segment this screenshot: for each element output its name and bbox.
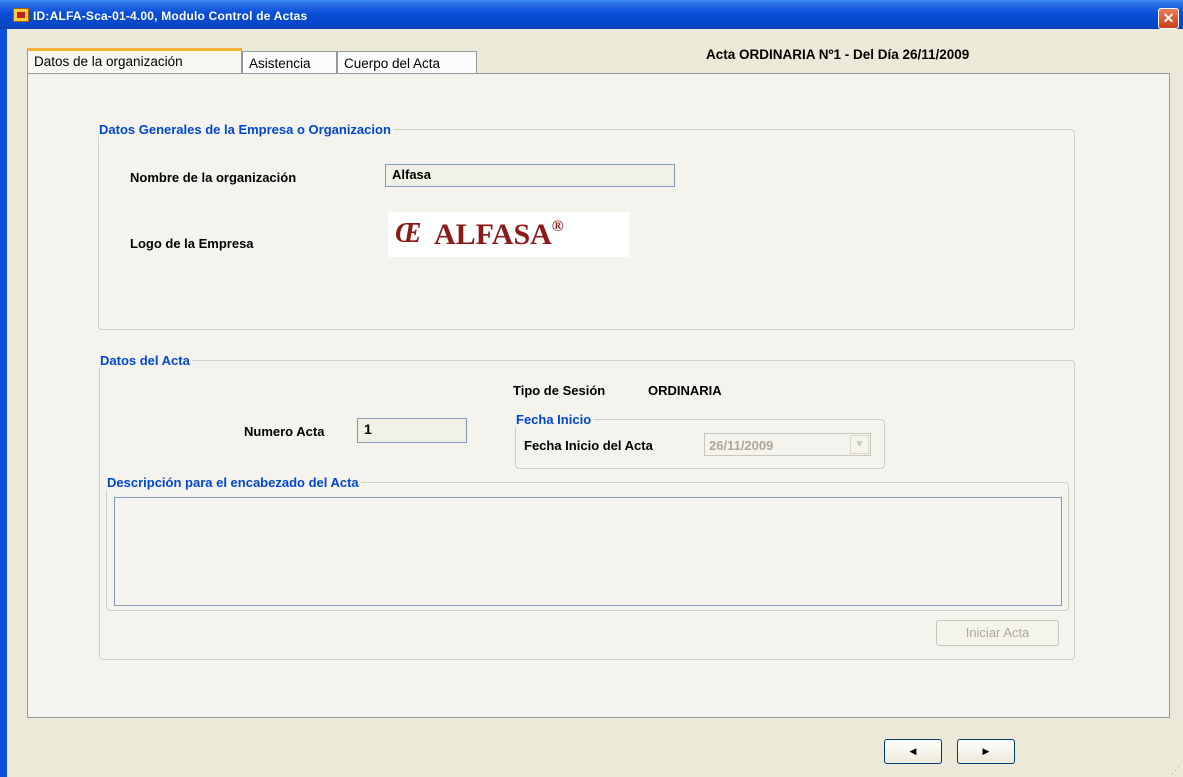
next-button[interactable]: ▶: [957, 739, 1015, 764]
fecha-inicio-legend: Fecha Inicio: [516, 412, 592, 427]
arrow-left-icon: ◀: [909, 746, 917, 756]
tab-cuerpo-acta[interactable]: Cuerpo del Acta: [337, 51, 477, 73]
app-icon: [13, 8, 29, 22]
tab-label: Cuerpo del Acta: [344, 56, 441, 71]
org-name-field[interactable]: Alfasa: [385, 164, 675, 187]
logo-mark-icon: Œ: [395, 218, 422, 249]
window-frame: [0, 29, 7, 777]
fecha-inicio-select[interactable]: 26/11/2009 ▼: [704, 433, 871, 456]
iniciar-acta-button[interactable]: Iniciar Acta: [936, 620, 1059, 646]
logo-wordmark: ALFASA®: [434, 218, 564, 252]
fecha-inicio-label: Fecha Inicio del Acta: [524, 438, 653, 453]
session-type-text: ORDINARIA: [648, 383, 722, 398]
numero-acta-label: Numero Acta: [244, 424, 325, 439]
resize-grip-icon[interactable]: ⋰: [1171, 765, 1181, 775]
tab-label: Asistencia: [249, 56, 311, 71]
logo-label: Logo de la Empresa: [130, 236, 254, 251]
fecha-inicio-value: 26/11/2009: [709, 438, 774, 453]
tab-asistencia[interactable]: Asistencia: [242, 51, 337, 73]
company-logo: Œ ALFASA®: [388, 212, 629, 257]
previous-button[interactable]: ◀: [884, 739, 942, 764]
window-title: ID:ALFA-Sca-01-4.00, Modulo Control de A…: [33, 9, 308, 23]
numero-acta-field[interactable]: 1: [357, 418, 467, 443]
descripcion-legend: Descripción para el encabezado del Acta: [107, 475, 359, 490]
session-type-value: ORDINARIA: [648, 383, 722, 398]
org-group-legend: Datos Generales de la Empresa o Organiza…: [99, 122, 391, 137]
org-name-label: Nombre de la organización: [130, 170, 297, 185]
tab-datos-organizacion[interactable]: Datos de la organización: [27, 48, 242, 74]
session-type-label: Tipo de Sesión: [513, 383, 606, 398]
logo-registered: ®: [551, 218, 564, 235]
title-bar[interactable]: ID:ALFA-Sca-01-4.00, Modulo Control de A…: [0, 0, 1183, 29]
acta-group-legend: Datos del Acta: [100, 353, 190, 368]
chevron-down-icon[interactable]: ▼: [850, 435, 869, 454]
descripcion-textarea[interactable]: [114, 497, 1062, 606]
arrow-right-icon: ▶: [982, 746, 990, 756]
acta-header: Acta ORDINARIA Nº1 - Del Día 26/11/2009: [706, 47, 970, 62]
logo-text: ALFASA: [434, 218, 552, 251]
close-button[interactable]: ✕: [1158, 8, 1179, 29]
tab-label: Datos de la organización: [34, 54, 183, 69]
